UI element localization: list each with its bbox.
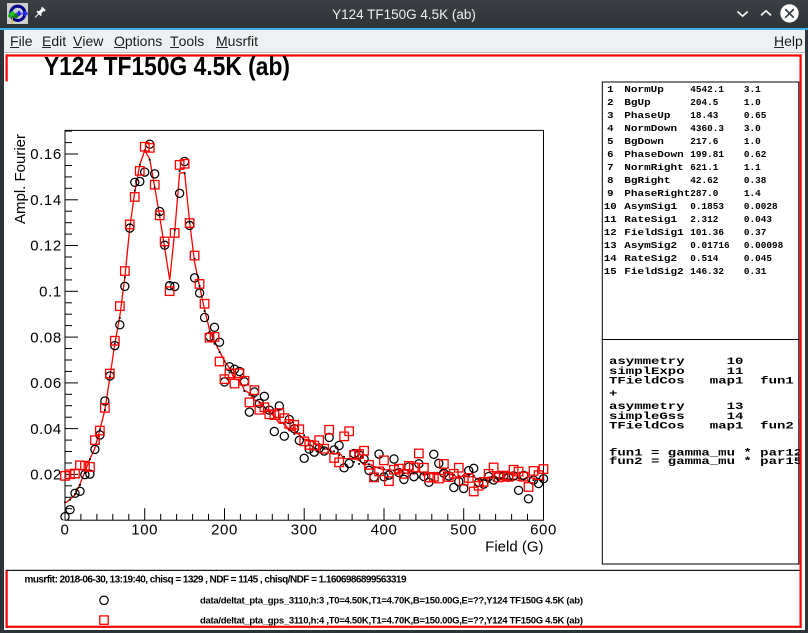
svg-text:11: 11 xyxy=(604,214,617,225)
svg-text:12: 12 xyxy=(604,227,617,238)
svg-text:6: 6 xyxy=(607,149,614,160)
svg-text:fun2: fun2 xyxy=(760,421,794,433)
svg-text:15: 15 xyxy=(604,266,617,277)
svg-text:2: 2 xyxy=(607,97,614,108)
svg-text:0.01716: 0.01716 xyxy=(690,240,730,251)
svg-text:Ampl. Fourier: Ampl. Fourier xyxy=(12,134,29,224)
svg-text:1.0: 1.0 xyxy=(744,136,761,147)
svg-text:217.6: 217.6 xyxy=(690,136,718,147)
svg-text:0.02: 0.02 xyxy=(30,467,62,484)
svg-text:1.0: 1.0 xyxy=(744,97,761,108)
svg-text:9: 9 xyxy=(607,188,614,199)
svg-text:TFieldCos: TFieldCos xyxy=(609,421,685,433)
svg-text:0.0028: 0.0028 xyxy=(744,201,778,212)
svg-text:0.31: 0.31 xyxy=(744,266,767,277)
svg-text:0.62: 0.62 xyxy=(744,149,767,160)
svg-text:42.62: 42.62 xyxy=(690,175,718,186)
svg-text:400: 400 xyxy=(371,521,398,538)
svg-text:map1: map1 xyxy=(710,376,744,388)
svg-text:300: 300 xyxy=(291,521,318,538)
svg-text:3.1: 3.1 xyxy=(744,84,761,95)
svg-text:TFieldCos: TFieldCos xyxy=(609,376,685,388)
svg-text:fun2: fun2 xyxy=(609,456,643,468)
svg-text:PhaseDown: PhaseDown xyxy=(624,149,684,160)
svg-text:0.514: 0.514 xyxy=(690,253,718,264)
svg-text:199.81: 199.81 xyxy=(690,149,724,160)
svg-text:PhaseUp: PhaseUp xyxy=(624,110,671,121)
svg-text:1.4: 1.4 xyxy=(744,188,761,199)
svg-text:0.1853: 0.1853 xyxy=(690,201,724,212)
svg-text:13: 13 xyxy=(604,240,617,251)
svg-text:0.043: 0.043 xyxy=(744,214,772,225)
svg-text:data/deltat_pta_gps_3110,h:4 ,: data/deltat_pta_gps_3110,h:4 ,T0=4.50K,T… xyxy=(200,615,583,626)
svg-text:4: 4 xyxy=(607,123,614,134)
svg-text:146.32: 146.32 xyxy=(690,266,724,277)
svg-text:101.36: 101.36 xyxy=(690,227,724,238)
svg-text:*: * xyxy=(743,456,751,468)
svg-text:AsymSig2: AsymSig2 xyxy=(624,240,677,251)
svg-text:musrfit: 2018-06-30, 13:19:40,: musrfit: 2018-06-30, 13:19:40, chisq = 1… xyxy=(25,575,407,586)
svg-text:0.12: 0.12 xyxy=(30,238,62,255)
svg-text:AsymSig1: AsymSig1 xyxy=(624,201,677,212)
svg-text:=: = xyxy=(651,456,659,468)
svg-text:0.08: 0.08 xyxy=(30,329,62,346)
svg-text:10: 10 xyxy=(604,201,617,212)
svg-text:BgUp: BgUp xyxy=(624,97,651,108)
svg-text:FieldSig2: FieldSig2 xyxy=(624,266,684,277)
svg-text:BgRight: BgRight xyxy=(624,175,670,186)
svg-text:200: 200 xyxy=(211,521,238,538)
svg-text:621.1: 621.1 xyxy=(690,162,718,173)
svg-text:204.5: 204.5 xyxy=(690,97,718,108)
svg-text:0.38: 0.38 xyxy=(744,175,767,186)
svg-text:0.045: 0.045 xyxy=(744,253,772,264)
svg-text:8: 8 xyxy=(607,175,614,186)
svg-text:data/deltat_pta_gps_3110,h:3 ,: data/deltat_pta_gps_3110,h:3 ,T0=4.50K,T… xyxy=(200,595,583,606)
svg-text:NormDown: NormDown xyxy=(624,123,677,134)
svg-text:map1: map1 xyxy=(710,421,744,433)
svg-text:FieldSig1: FieldSig1 xyxy=(624,227,684,238)
svg-text:0.00098: 0.00098 xyxy=(744,240,784,251)
svg-text:0.65: 0.65 xyxy=(744,110,767,121)
svg-text:Y124 TF150G 4.5K (ab): Y124 TF150G 4.5K (ab) xyxy=(44,51,290,81)
svg-text:0: 0 xyxy=(61,521,70,538)
svg-text:BgDown: BgDown xyxy=(624,136,664,147)
svg-text:3.0: 3.0 xyxy=(744,123,761,134)
svg-text:0.1: 0.1 xyxy=(39,284,62,301)
svg-text:Field (G): Field (G) xyxy=(485,539,543,556)
svg-text:0.37: 0.37 xyxy=(744,227,767,238)
svg-text:500: 500 xyxy=(450,521,477,538)
svg-text:18.43: 18.43 xyxy=(690,110,718,121)
svg-text:fun1: fun1 xyxy=(760,376,794,388)
svg-text:287.0: 287.0 xyxy=(690,188,718,199)
svg-text:0.06: 0.06 xyxy=(30,375,62,392)
svg-text:par15: par15 xyxy=(760,456,802,468)
svg-text:NormUp: NormUp xyxy=(624,84,664,95)
svg-text:14: 14 xyxy=(604,253,617,264)
svg-text:3: 3 xyxy=(607,110,614,121)
svg-text:gamma_mu: gamma_mu xyxy=(668,456,735,468)
svg-text:0.04: 0.04 xyxy=(30,421,62,438)
svg-text:100: 100 xyxy=(131,521,158,538)
svg-text:RateSig2: RateSig2 xyxy=(624,253,677,264)
svg-text:2.312: 2.312 xyxy=(690,214,718,225)
svg-text:1.1: 1.1 xyxy=(744,162,761,173)
svg-text:0.16: 0.16 xyxy=(30,146,62,163)
svg-text:PhaseRight: PhaseRight xyxy=(624,188,690,199)
svg-text:600: 600 xyxy=(530,521,557,538)
svg-text:7: 7 xyxy=(607,162,614,173)
svg-text:+: + xyxy=(609,388,617,400)
svg-text:4542.1: 4542.1 xyxy=(690,84,724,95)
svg-text:NormRight: NormRight xyxy=(624,162,683,173)
svg-text:4360.3: 4360.3 xyxy=(690,123,724,134)
svg-text:5: 5 xyxy=(607,136,614,147)
svg-text:RateSig1: RateSig1 xyxy=(624,214,677,225)
svg-text:1: 1 xyxy=(607,84,614,95)
svg-text:0.14: 0.14 xyxy=(30,192,62,209)
